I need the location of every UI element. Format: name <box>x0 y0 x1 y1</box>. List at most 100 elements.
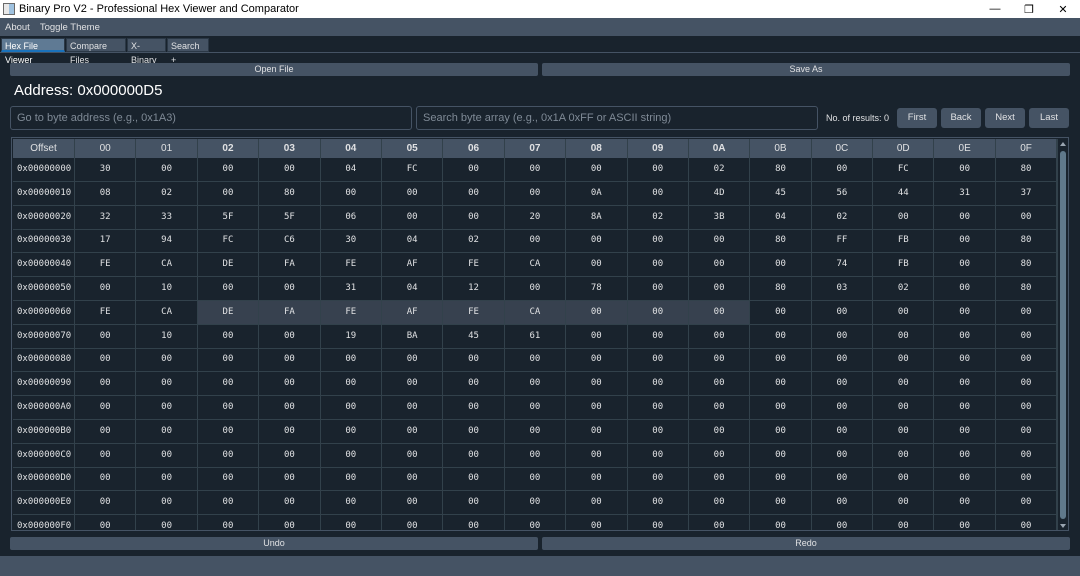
scroll-up-icon[interactable] <box>1060 142 1066 146</box>
byte-cell[interactable]: 17 <box>75 229 137 254</box>
byte-cell[interactable]: 00 <box>504 277 567 301</box>
row-offset[interactable]: 0x000000F0 <box>13 515 75 530</box>
byte-cell[interactable]: 00 <box>934 158 996 182</box>
byte-cell[interactable]: 00 <box>750 324 812 349</box>
byte-cell[interactable]: 20 <box>504 205 567 230</box>
byte-cell[interactable]: AF <box>381 253 444 278</box>
byte-cell[interactable]: 00 <box>443 467 505 492</box>
byte-cell[interactable]: C6 <box>259 229 321 254</box>
byte-cell[interactable]: 00 <box>504 158 567 182</box>
column-header-07[interactable]: 07 <box>504 139 567 158</box>
row-offset[interactable]: 0x00000050 <box>13 277 75 301</box>
byte-cell[interactable]: 00 <box>995 419 1058 444</box>
column-header-02[interactable]: 02 <box>197 139 260 158</box>
byte-cell[interactable]: 00 <box>381 491 444 516</box>
byte-cell[interactable]: 00 <box>259 372 321 397</box>
byte-cell[interactable]: 00 <box>934 396 996 420</box>
byte-cell[interactable]: 00 <box>627 158 689 182</box>
byte-cell[interactable]: 00 <box>566 348 628 373</box>
byte-cell[interactable]: 00 <box>688 277 751 301</box>
byte-cell[interactable]: 00 <box>688 419 751 444</box>
last-button[interactable]: Last <box>1029 108 1069 128</box>
byte-cell[interactable]: 00 <box>320 348 382 373</box>
byte-cell[interactable]: 00 <box>750 491 812 516</box>
byte-cell[interactable]: 00 <box>934 467 996 492</box>
byte-cell[interactable]: 00 <box>197 277 260 301</box>
byte-cell[interactable]: 00 <box>627 229 689 254</box>
byte-cell[interactable]: 00 <box>811 491 874 516</box>
byte-cell[interactable]: FE <box>75 300 137 325</box>
byte-cell[interactable]: 00 <box>75 491 137 516</box>
byte-cell[interactable]: 00 <box>873 443 935 468</box>
byte-cell[interactable]: 78 <box>566 277 628 301</box>
byte-cell[interactable]: 45 <box>750 181 812 206</box>
byte-cell[interactable]: 00 <box>811 158 874 182</box>
byte-cell[interactable]: 00 <box>873 205 935 230</box>
byte-cell[interactable]: CA <box>136 253 198 278</box>
byte-cell[interactable]: 30 <box>75 158 137 182</box>
byte-cell[interactable]: 00 <box>873 491 935 516</box>
byte-cell[interactable]: DE <box>197 300 260 325</box>
byte-cell[interactable]: 00 <box>689 515 751 530</box>
minimize-button[interactable]: — <box>978 0 1012 18</box>
byte-cell[interactable]: 00 <box>136 443 198 468</box>
byte-cell[interactable]: CA <box>504 300 567 325</box>
byte-cell[interactable]: FE <box>75 253 137 278</box>
row-offset[interactable]: 0x00000040 <box>13 253 75 278</box>
byte-cell[interactable]: 00 <box>566 324 628 349</box>
byte-cell[interactable]: 06 <box>320 205 382 230</box>
byte-cell[interactable]: 00 <box>688 467 751 492</box>
byte-cell[interactable]: 00 <box>382 515 444 530</box>
byte-cell[interactable]: 00 <box>381 419 444 444</box>
byte-cell[interactable]: 80 <box>750 158 812 182</box>
byte-cell[interactable]: 00 <box>628 515 689 530</box>
byte-cell[interactable]: 00 <box>381 443 444 468</box>
byte-cell[interactable]: 00 <box>320 443 382 468</box>
byte-cell[interactable]: 00 <box>934 253 996 278</box>
byte-cell[interactable]: 00 <box>197 372 260 397</box>
byte-cell[interactable]: 80 <box>995 158 1058 182</box>
column-header-0e[interactable]: 0E <box>934 139 996 158</box>
byte-cell[interactable]: 00 <box>443 158 505 182</box>
byte-cell[interactable]: 00 <box>566 300 628 325</box>
byte-cell[interactable]: 02 <box>873 277 935 301</box>
byte-cell[interactable]: 00 <box>259 443 321 468</box>
byte-cell[interactable]: 00 <box>443 348 505 373</box>
byte-cell[interactable]: 4D <box>688 181 751 206</box>
byte-cell[interactable]: 32 <box>75 205 137 230</box>
byte-cell[interactable]: 00 <box>136 419 198 444</box>
byte-cell[interactable]: 00 <box>136 348 198 373</box>
byte-cell[interactable]: 00 <box>627 491 689 516</box>
byte-cell[interactable]: FA <box>259 300 321 325</box>
byte-cell[interactable]: 00 <box>688 300 751 325</box>
byte-cell[interactable]: 00 <box>504 419 567 444</box>
open-file-button[interactable]: Open File <box>10 63 538 76</box>
byte-cell[interactable]: AF <box>381 300 444 325</box>
byte-cell[interactable]: 00 <box>136 491 198 516</box>
byte-cell[interactable]: 00 <box>381 467 444 492</box>
byte-cell[interactable]: 00 <box>320 396 382 420</box>
byte-cell[interactable]: 44 <box>873 181 935 206</box>
byte-cell[interactable]: 02 <box>136 181 198 206</box>
column-header-0d[interactable]: 0D <box>873 139 935 158</box>
byte-cell[interactable]: 80 <box>750 229 812 254</box>
byte-cell[interactable]: 00 <box>688 443 751 468</box>
row-offset[interactable]: 0x000000B0 <box>13 419 75 444</box>
byte-cell[interactable]: 00 <box>811 300 874 325</box>
column-header-offset[interactable]: Offset <box>13 139 75 158</box>
byte-cell[interactable]: 00 <box>197 419 260 444</box>
byte-cell[interactable]: 00 <box>381 396 444 420</box>
byte-cell[interactable]: 00 <box>443 515 505 530</box>
tab-x-binary[interactable]: X-Binary <box>127 38 166 65</box>
byte-cell[interactable]: 00 <box>443 205 505 230</box>
row-offset[interactable]: 0x00000010 <box>13 181 75 206</box>
byte-cell[interactable]: 00 <box>566 396 628 420</box>
byte-cell[interactable]: 00 <box>504 181 567 206</box>
byte-cell[interactable]: 00 <box>505 515 567 530</box>
byte-cell[interactable]: 02 <box>627 205 689 230</box>
byte-cell[interactable]: 02 <box>811 205 874 230</box>
byte-cell[interactable]: 00 <box>627 443 689 468</box>
byte-cell[interactable]: 00 <box>873 348 935 373</box>
byte-cell[interactable]: 08 <box>75 181 137 206</box>
byte-cell[interactable]: 00 <box>811 348 874 373</box>
